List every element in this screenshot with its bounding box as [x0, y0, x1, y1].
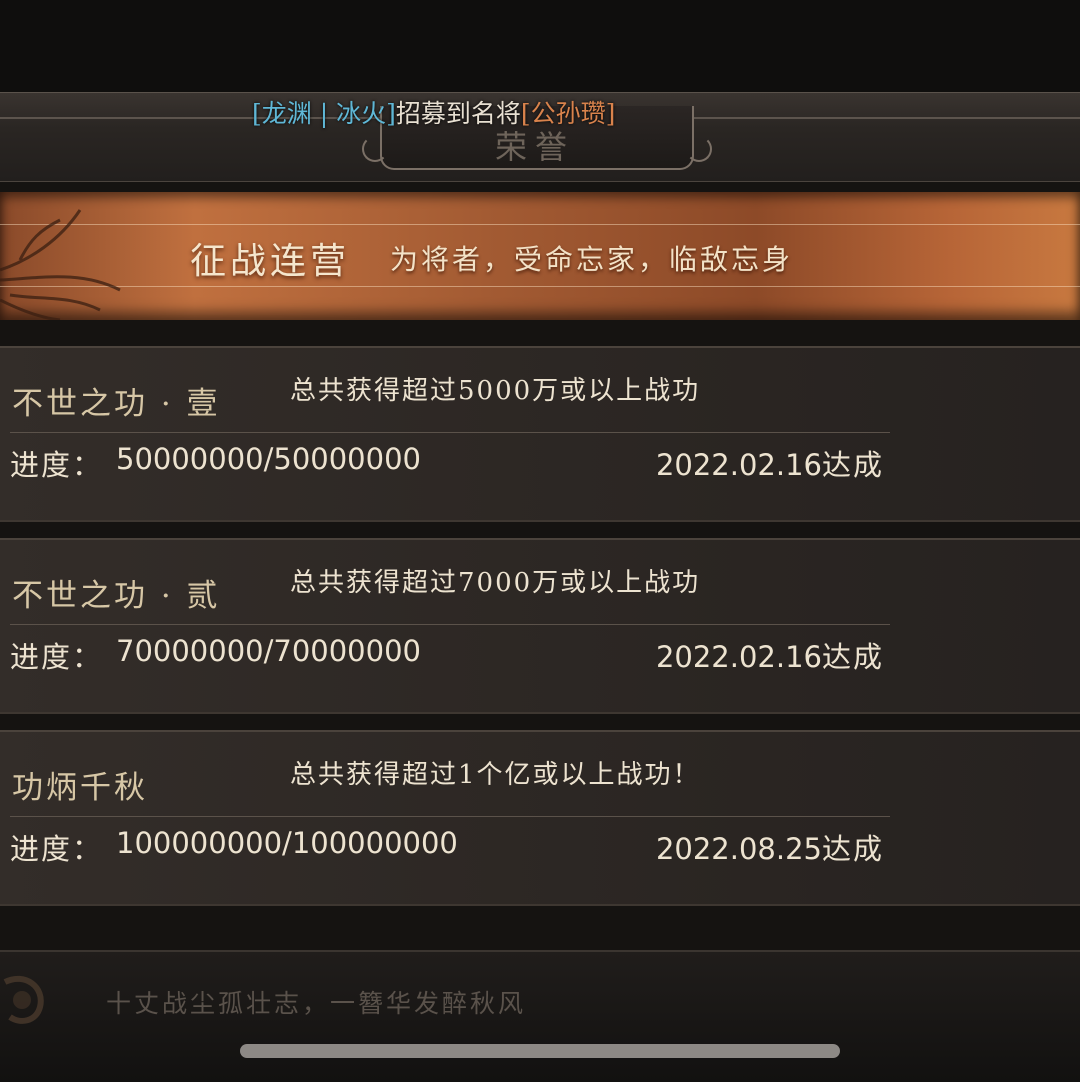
achievement-card[interactable]: 功炳千秋 总共获得超过1个亿或以上战功！ 进度： 100000000/10000…: [0, 730, 1080, 906]
date-value: 2022.08.25: [655, 832, 822, 866]
achievement-name: 不世之功 · 壹: [12, 386, 221, 422]
date-suffix: 达成: [821, 832, 884, 866]
top-strip: [0, 0, 1080, 92]
achievement-name: 不世之功 · 贰: [12, 578, 221, 614]
broadcast-player[interactable]: [龙渊 | 冰火]: [252, 99, 396, 128]
card-divider: [10, 816, 890, 817]
banner-subtitle: 为将者，受命忘家，临敌忘身: [390, 243, 794, 276]
progress-label: 进度：: [10, 832, 104, 866]
achievement-card[interactable]: 不世之功 · 贰 总共获得超过7000万或以上战功 进度： 70000000/7…: [0, 538, 1080, 714]
achievement-card[interactable]: 不世之功 · 壹 总共获得超过5000万或以上战功 进度： 50000000/5…: [0, 346, 1080, 522]
card-divider: [10, 432, 890, 433]
broadcast-general[interactable]: [公孙瓒]: [521, 99, 616, 128]
broadcast-action: 招募到名将: [395, 99, 521, 128]
broadcast-message: [龙渊 | 冰火]招募到名将[公孙瓒]: [252, 94, 615, 130]
home-indicator[interactable]: [240, 1044, 840, 1058]
progress-label: 进度：: [10, 448, 104, 482]
branch-ornament-icon: [0, 209, 121, 320]
date-value: 2022.02.16: [655, 640, 822, 674]
date-suffix: 达成: [821, 640, 884, 674]
progress-value: 50000000/50000000: [116, 442, 421, 476]
progress-value: 100000000/100000000: [116, 826, 458, 860]
date-value: 2022.02.16: [655, 448, 822, 482]
progress-label: 进度：: [10, 640, 104, 674]
completion-date: 2022.08.25达成: [656, 826, 884, 868]
footer-quote: 十丈战尘孤壮志，一簪华发醉秋风: [106, 989, 527, 1018]
achievement-description: 总共获得超过7000万或以上战功: [290, 568, 701, 598]
completion-date: 2022.02.16达成: [656, 442, 884, 484]
achievement-description: 总共获得超过5000万或以上战功: [290, 376, 701, 406]
scroll-ornament-icon: [3, 975, 44, 1024]
achievement-description: 总共获得超过1个亿或以上战功！: [290, 760, 701, 790]
progress-value: 70000000/70000000: [116, 634, 421, 668]
achievement-name: 功炳千秋: [12, 770, 148, 806]
completion-date: 2022.02.16达成: [656, 634, 884, 676]
banner-title: 征战连营: [190, 241, 351, 282]
date-suffix: 达成: [821, 448, 884, 482]
card-divider: [10, 624, 890, 625]
